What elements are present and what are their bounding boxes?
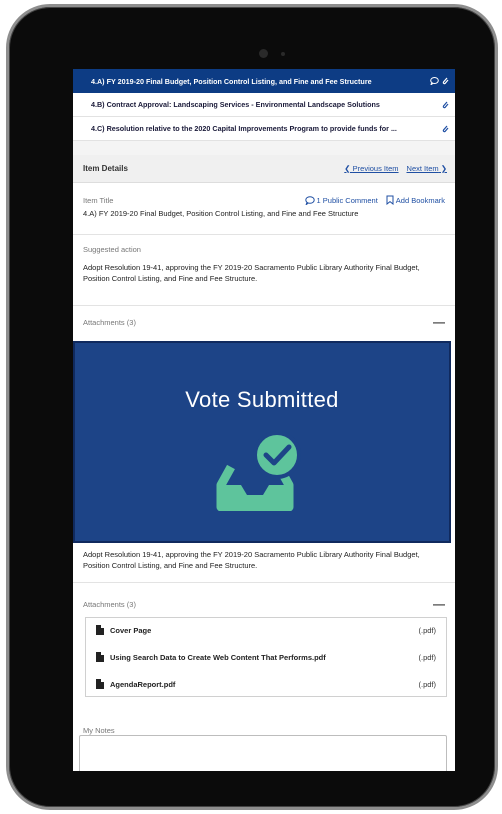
pdf-file-icon bbox=[96, 679, 104, 689]
attachments-header-2: Attachments (3) — bbox=[83, 598, 445, 610]
attachments-header: Attachments (3) — bbox=[83, 316, 445, 328]
attachment-row[interactable]: Cover Page (.pdf) bbox=[86, 618, 446, 642]
collapse-icon[interactable]: — bbox=[433, 598, 445, 610]
item-title-label: Item Title bbox=[83, 195, 114, 205]
previous-item-label: Previous Item bbox=[352, 164, 399, 173]
paperclip-icon bbox=[442, 101, 449, 108]
add-bookmark-button[interactable]: Add Bookmark bbox=[386, 195, 445, 205]
item-title-text: 4.A) FY 2019-20 Final Budget, Position C… bbox=[83, 209, 359, 218]
attachment-ext: (.pdf) bbox=[418, 625, 436, 635]
add-bookmark-label: Add Bookmark bbox=[395, 195, 445, 205]
next-item-link[interactable]: Next Item ❯ bbox=[407, 164, 447, 173]
agenda-list: 4.A) FY 2019-20 Final Budget, Position C… bbox=[73, 69, 455, 141]
suggested-action-text: Adopt Resolution 19-41, approving the FY… bbox=[83, 550, 420, 570]
vote-submitted-overlay: Vote Submitted bbox=[73, 341, 451, 543]
agenda-item-label: 4.A) FY 2019-20 Final Budget, Position C… bbox=[91, 76, 372, 86]
attachment-row[interactable]: Using Search Data to Create Web Content … bbox=[86, 645, 446, 669]
collapse-icon[interactable]: — bbox=[433, 316, 445, 328]
agenda-item-label: 4.C) Resolution relative to the 2020 Cap… bbox=[91, 124, 397, 133]
camera-icon bbox=[259, 49, 268, 58]
agenda-item-4c[interactable]: 4.C) Resolution relative to the 2020 Cap… bbox=[73, 117, 455, 141]
suggested-action-text: Adopt Resolution 19-41, approving the FY… bbox=[83, 263, 420, 283]
tablet-frame: 4.A) FY 2019-20 Final Budget, Position C… bbox=[6, 4, 498, 810]
attachment-ext: (.pdf) bbox=[418, 679, 436, 689]
comment-icon bbox=[304, 195, 315, 205]
public-comment-button[interactable]: 1 Public Comment bbox=[304, 195, 378, 205]
suggested-action-section: Suggested action Adopt Resolution 19-41,… bbox=[83, 245, 445, 284]
suggested-action-text-repeat: Adopt Resolution 19-41, approving the FY… bbox=[83, 549, 445, 571]
public-comment-label: 1 Public Comment bbox=[316, 195, 378, 205]
attachment-name: AgendaReport.pdf bbox=[110, 679, 176, 689]
agenda-item-label: 4.B) Contract Approval: Landscaping Serv… bbox=[91, 100, 380, 109]
vote-submitted-title: Vote Submitted bbox=[185, 387, 339, 412]
my-notes-label: My Notes bbox=[83, 726, 115, 735]
attachment-ext: (.pdf) bbox=[418, 652, 436, 662]
pdf-file-icon bbox=[96, 652, 104, 662]
my-notes-input[interactable] bbox=[79, 735, 447, 771]
screen: 4.A) FY 2019-20 Final Budget, Position C… bbox=[73, 69, 455, 771]
item-details-header: Item Details ❮ Previous Item Next Item ❯ bbox=[73, 155, 455, 183]
comment-icon bbox=[430, 77, 439, 85]
attachment-row[interactable]: AgendaReport.pdf (.pdf) bbox=[86, 672, 446, 696]
agenda-item-4a[interactable]: 4.A) FY 2019-20 Final Budget, Position C… bbox=[73, 69, 455, 93]
attachments-label: Attachments (3) bbox=[83, 317, 136, 327]
bookmark-icon bbox=[386, 195, 394, 205]
divider bbox=[73, 234, 455, 235]
divider bbox=[73, 141, 455, 155]
item-details-title: Item Details bbox=[83, 164, 128, 173]
suggested-action-label: Suggested action bbox=[83, 245, 141, 254]
paperclip-icon bbox=[442, 125, 449, 132]
item-title-section: Item Title 1 Public Comment Add Bookmark… bbox=[83, 195, 445, 219]
agenda-item-4b[interactable]: 4.B) Contract Approval: Landscaping Serv… bbox=[73, 93, 455, 117]
attachments-label: Attachments (3) bbox=[83, 599, 136, 609]
sensor-icon bbox=[281, 52, 285, 56]
paperclip-icon bbox=[442, 77, 449, 85]
previous-item-link[interactable]: ❮ Previous Item bbox=[344, 164, 398, 173]
attachments-list: Cover Page (.pdf) Using Search Data to C… bbox=[85, 617, 447, 697]
divider bbox=[73, 305, 455, 306]
pdf-file-icon bbox=[96, 625, 104, 635]
attachment-name: Using Search Data to Create Web Content … bbox=[110, 652, 326, 662]
next-item-label: Next Item bbox=[406, 164, 439, 173]
divider bbox=[73, 582, 455, 583]
inbox-check-icon bbox=[216, 431, 301, 511]
attachment-name: Cover Page bbox=[110, 625, 152, 635]
